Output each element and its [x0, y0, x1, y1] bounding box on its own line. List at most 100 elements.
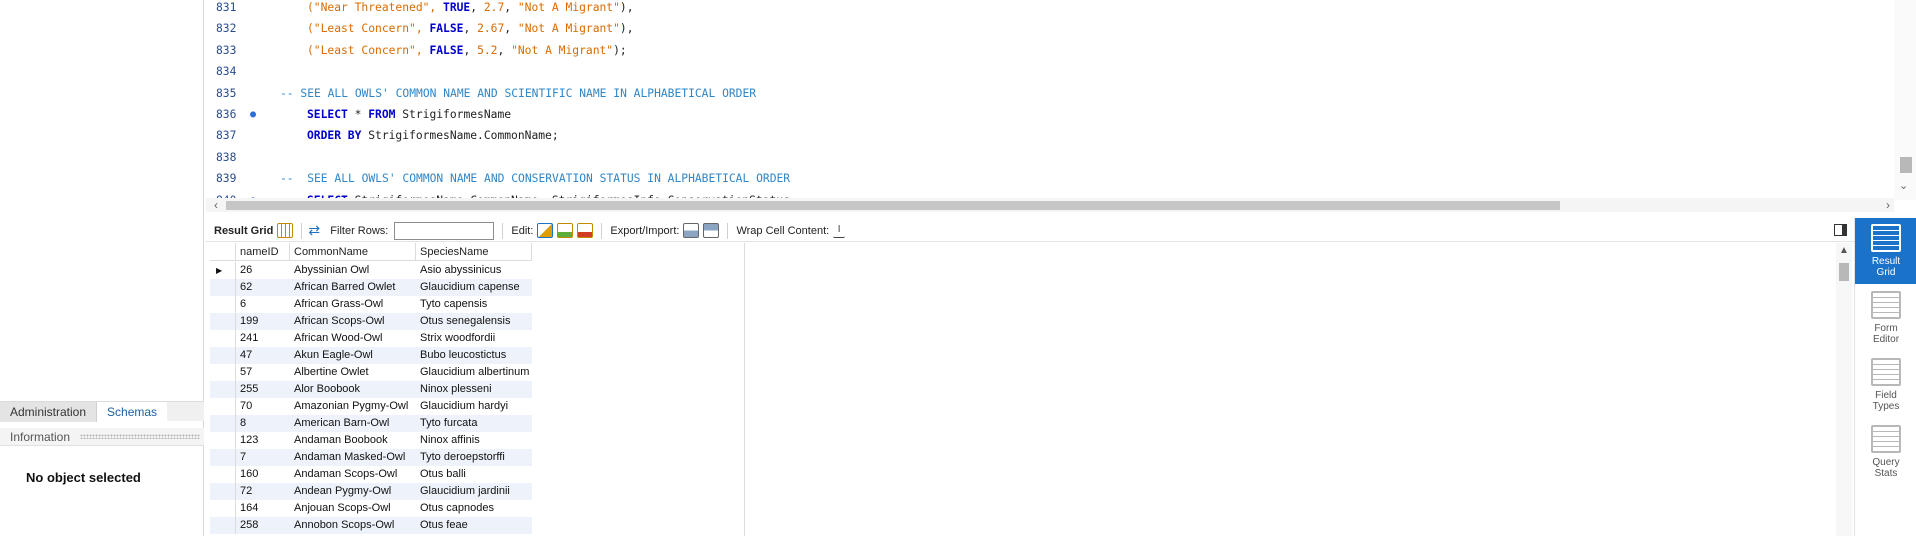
editor-horizontal-scrollbar[interactable]: ‹ ›: [206, 198, 1894, 212]
table-row[interactable]: 47 Akun Eagle-Owl Bubo leucostictus: [210, 347, 532, 364]
cell-commonname[interactable]: Abyssinian Owl: [290, 262, 416, 279]
tab-schemas[interactable]: Schemas: [97, 402, 168, 422]
cell-speciesname[interactable]: Glaucidium jardinii: [416, 483, 532, 500]
cell-speciesname[interactable]: Otus capnodes: [416, 500, 532, 517]
cell-commonname[interactable]: Albertine Owlet: [290, 364, 416, 381]
code-line[interactable]: 832 ("Least Concern", FALSE, 2.67, "Not A…: [206, 18, 1886, 39]
cell-speciesname[interactable]: Otus feae: [416, 517, 532, 534]
grid-vertical-scrollbar[interactable]: ▲: [1836, 243, 1852, 536]
cell-nameid[interactable]: 26: [236, 262, 290, 279]
grid-vertical-scroll-thumb[interactable]: [1839, 263, 1849, 281]
row-selector[interactable]: ▶: [210, 262, 236, 279]
table-row[interactable]: 8 American Barn-Owl Tyto furcata: [210, 415, 532, 432]
cell-nameid[interactable]: 164: [236, 500, 290, 517]
table-row[interactable]: 72 Andean Pygmy-Owl Glaucidium jardinii: [210, 483, 532, 500]
table-row[interactable]: 6 African Grass-Owl Tyto capensis: [210, 296, 532, 313]
cell-commonname[interactable]: Alor Boobook: [290, 381, 416, 398]
refresh-icon[interactable]: ⇄: [306, 223, 322, 238]
cell-speciesname[interactable]: Glaucidium hardyi: [416, 398, 532, 415]
cell-speciesname[interactable]: Asio abyssinicus: [416, 262, 532, 279]
editor-vertical-scroll-thumb[interactable]: [1900, 157, 1912, 173]
cell-speciesname[interactable]: Tyto furcata: [416, 415, 532, 432]
tab-administration[interactable]: Administration: [0, 402, 98, 422]
cell-speciesname[interactable]: Otus senegalensis: [416, 313, 532, 330]
cell-commonname[interactable]: Akun Eagle-Owl: [290, 347, 416, 364]
cell-commonname[interactable]: African Grass-Owl: [290, 296, 416, 313]
cell-nameid[interactable]: 123: [236, 432, 290, 449]
cell-commonname[interactable]: African Scops-Owl: [290, 313, 416, 330]
table-row[interactable]: 164 Anjouan Scops-Owl Otus capnodes: [210, 500, 532, 517]
cell-nameid[interactable]: 241: [236, 330, 290, 347]
drag-handle[interactable]: [80, 434, 200, 439]
cell-nameid[interactable]: 258: [236, 517, 290, 534]
cell-speciesname[interactable]: Glaucidium albertinum: [416, 364, 532, 381]
table-row[interactable]: 258 Annobon Scops-Owl Otus feae: [210, 517, 532, 534]
code-line[interactable]: 835 -- SEE ALL OWLS' COMMON NAME AND SCIE…: [206, 83, 1886, 104]
cell-commonname[interactable]: Annobon Scops-Owl: [290, 517, 416, 534]
cell-commonname[interactable]: Amazonian Pygmy-Owl: [290, 398, 416, 415]
code-line[interactable]: 833 ("Least Concern", FALSE, 5.2, "Not A …: [206, 40, 1886, 61]
scroll-up-icon[interactable]: ▲: [1839, 245, 1849, 256]
column-header-speciesname[interactable]: SpeciesName: [416, 243, 532, 261]
wrap-text-icon[interactable]: I: [833, 223, 846, 238]
cell-commonname[interactable]: Andaman Boobook: [290, 432, 416, 449]
table-row[interactable]: ▶ 26 Abyssinian Owl Asio abyssinicus: [210, 262, 532, 279]
code-line[interactable]: 839 -- SEE ALL OWLS' COMMON NAME AND CONS…: [206, 168, 1886, 189]
cell-nameid[interactable]: 57: [236, 364, 290, 381]
editor-vertical-scrollbar[interactable]: ⌄: [1894, 0, 1916, 200]
row-selector[interactable]: [210, 330, 236, 347]
row-selector[interactable]: [210, 398, 236, 415]
cell-commonname[interactable]: Andaman Masked-Owl: [290, 449, 416, 466]
cell-speciesname[interactable]: Tyto capensis: [416, 296, 532, 313]
sql-editor[interactable]: 831 ("Near Threatened", TRUE, 2.7, "Not A…: [206, 0, 1894, 207]
row-selector[interactable]: [210, 500, 236, 517]
cell-commonname[interactable]: Andaman Scops-Owl: [290, 466, 416, 483]
scroll-right-icon[interactable]: ›: [1886, 198, 1890, 212]
row-selector[interactable]: [210, 279, 236, 296]
delete-row-icon[interactable]: [577, 223, 594, 238]
cell-speciesname[interactable]: Ninox affinis: [416, 432, 532, 449]
code-line[interactable]: 836 ● SELECT * FROM StrigiformesName: [206, 104, 1886, 125]
table-row[interactable]: 62 African Barred Owlet Glaucidium capense: [210, 279, 532, 296]
scroll-down-icon[interactable]: ⌄: [1899, 179, 1908, 192]
table-row[interactable]: 7 Andaman Masked-Owl Tyto deroepstorffi: [210, 449, 532, 466]
row-selector[interactable]: [210, 364, 236, 381]
cell-nameid[interactable]: 160: [236, 466, 290, 483]
row-selector[interactable]: [210, 449, 236, 466]
cell-speciesname[interactable]: Tyto deroepstorffi: [416, 449, 532, 466]
cell-nameid[interactable]: 47: [236, 347, 290, 364]
row-selector[interactable]: [210, 313, 236, 330]
row-selector[interactable]: [210, 483, 236, 500]
cell-commonname[interactable]: American Barn-Owl: [290, 415, 416, 432]
table-row[interactable]: 199 African Scops-Owl Otus senegalensis: [210, 313, 532, 330]
code-line[interactable]: 831 ("Near Threatened", TRUE, 2.7, "Not A…: [206, 0, 1886, 18]
cell-speciesname[interactable]: Bubo leucostictus: [416, 347, 532, 364]
cell-commonname[interactable]: Anjouan Scops-Owl: [290, 500, 416, 517]
editor-horizontal-scroll-thumb[interactable]: [226, 201, 1560, 210]
cell-commonname[interactable]: Andean Pygmy-Owl: [290, 483, 416, 500]
row-selector[interactable]: [210, 347, 236, 364]
code-line[interactable]: 838: [206, 147, 1886, 168]
column-header-nameid[interactable]: nameID: [236, 243, 290, 261]
cell-nameid[interactable]: 199: [236, 313, 290, 330]
column-header-commonname[interactable]: CommonName: [290, 243, 416, 261]
cell-nameid[interactable]: 72: [236, 483, 290, 500]
table-row[interactable]: 70 Amazonian Pygmy-Owl Glaucidium hardyi: [210, 398, 532, 415]
query-stats-view-button[interactable]: Query Stats: [1855, 419, 1916, 485]
grid-toggle-icon[interactable]: [277, 223, 294, 238]
table-row[interactable]: 241 African Wood-Owl Strix woodfordii: [210, 330, 532, 347]
cell-nameid[interactable]: 8: [236, 415, 290, 432]
row-selector[interactable]: [210, 466, 236, 483]
form-editor-view-button[interactable]: Form Editor: [1855, 285, 1916, 351]
cell-speciesname[interactable]: Glaucidium capense: [416, 279, 532, 296]
table-row[interactable]: 255 Alor Boobook Ninox plesseni: [210, 381, 532, 398]
row-selector[interactable]: [210, 517, 236, 534]
cell-nameid[interactable]: 70: [236, 398, 290, 415]
result-grid[interactable]: nameID CommonName SpeciesName ▶ 26 Abyssin…: [210, 243, 1836, 536]
cell-nameid[interactable]: 7: [236, 449, 290, 466]
cell-nameid[interactable]: 255: [236, 381, 290, 398]
code-line[interactable]: 837 ORDER BY StrigiformesName.CommonName;: [206, 125, 1886, 146]
cell-speciesname[interactable]: Strix woodfordii: [416, 330, 532, 347]
cell-nameid[interactable]: 62: [236, 279, 290, 296]
cell-speciesname[interactable]: Ninox plesseni: [416, 381, 532, 398]
